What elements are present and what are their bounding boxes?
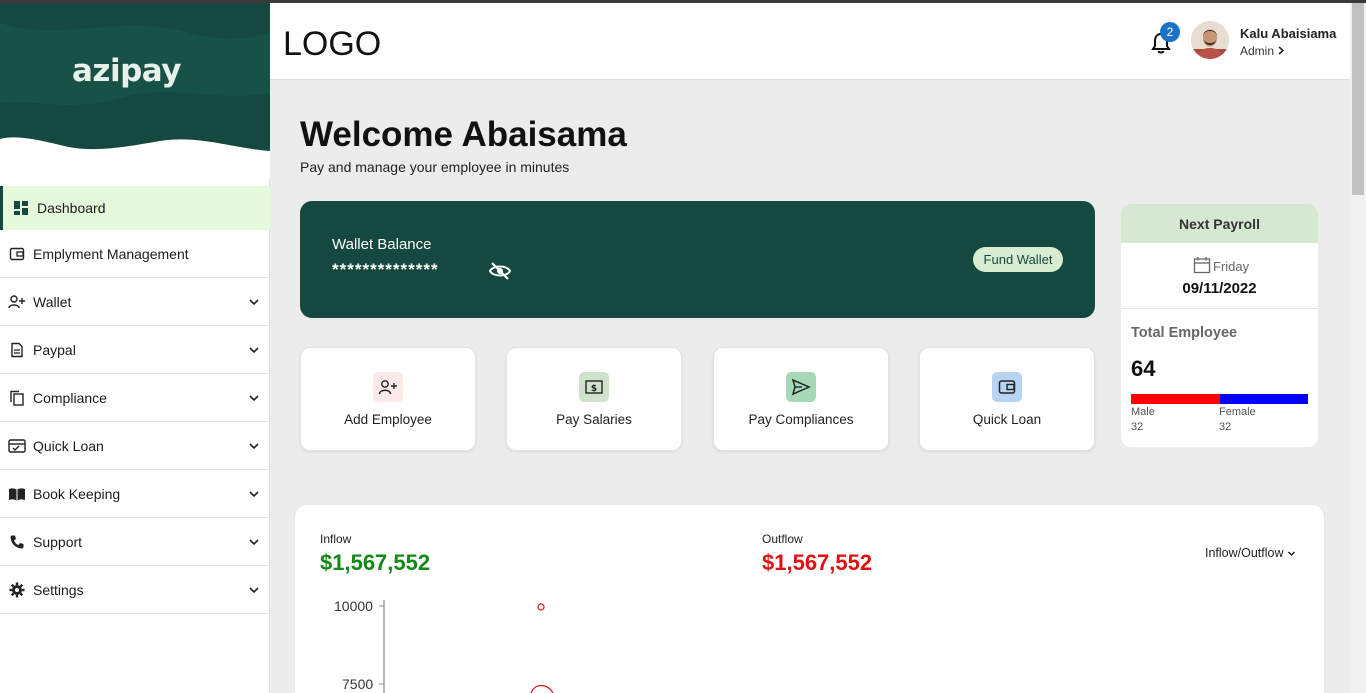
chevron-down-icon[interactable] bbox=[248, 536, 260, 548]
fund-wallet-button[interactable]: Fund Wallet bbox=[973, 247, 1063, 272]
brand-wave-background bbox=[0, 3, 270, 179]
checklist-icon bbox=[8, 437, 26, 455]
next-payroll-card: Next Payroll Friday 09/11/2022 Total Emp… bbox=[1121, 204, 1318, 447]
pay-salaries-button[interactable]: $ Pay Salaries bbox=[506, 347, 682, 451]
payroll-day: Friday bbox=[1213, 259, 1250, 274]
quick-actions: Add Employee $ Pay Salaries Pay Complian… bbox=[300, 347, 1096, 451]
female-bar bbox=[1219, 394, 1308, 404]
y-tick-label: 10000 bbox=[334, 598, 373, 614]
copy-icon bbox=[8, 389, 26, 407]
wallet-icon bbox=[992, 372, 1022, 402]
money-icon: $ bbox=[579, 372, 609, 402]
outflow-line bbox=[530, 684, 554, 693]
payroll-date: 09/11/2022 bbox=[1182, 280, 1257, 297]
dashboard-icon bbox=[12, 199, 30, 217]
brand-banner: azipay bbox=[0, 3, 270, 179]
wallet-balance-value: ************** bbox=[332, 260, 439, 279]
sidebar-item-dashboard[interactable]: Dashboard bbox=[0, 186, 270, 230]
book-icon bbox=[8, 485, 26, 503]
sidebar-item-wallet[interactable]: Wallet bbox=[0, 278, 270, 326]
male-bar bbox=[1131, 394, 1220, 404]
sidebar-item-label: Compliance bbox=[33, 389, 107, 406]
chevron-down-icon[interactable] bbox=[248, 344, 260, 356]
page-subtitle: Pay and manage your employee in minutes bbox=[300, 159, 570, 175]
send-icon bbox=[786, 372, 816, 402]
pay-compliances-button[interactable]: Pay Compliances bbox=[713, 347, 889, 451]
user-role[interactable]: Admin bbox=[1240, 44, 1285, 58]
next-payroll-title: Next Payroll bbox=[1121, 204, 1318, 243]
action-label: Quick Loan bbox=[972, 412, 1042, 427]
sidebar-item-label: Wallet bbox=[33, 293, 72, 310]
sidebar-item-label: Paypal bbox=[33, 341, 76, 358]
top-header: LOGO 2 Kalu Abaisiama Admin bbox=[270, 3, 1350, 80]
calendar-icon bbox=[1193, 257, 1211, 274]
sidebar-item-quick-loan[interactable]: Quick Loan bbox=[0, 422, 270, 470]
cashflow-chart bbox=[379, 600, 554, 693]
total-employee-label: Total Employee bbox=[1131, 325, 1238, 341]
svg-text:$: $ bbox=[591, 384, 597, 394]
user-name[interactable]: Kalu Abaisiama bbox=[1240, 26, 1336, 41]
header-logo[interactable]: LOGO bbox=[283, 25, 381, 64]
cashflow-card: Inflow $1,567,552 Outflow $1,567,552 Inf… bbox=[295, 505, 1324, 693]
brand-logo[interactable]: azipay bbox=[72, 53, 181, 89]
notification-badge: 2 bbox=[1160, 22, 1180, 42]
chevron-right-icon bbox=[1278, 46, 1285, 55]
sidebar-item-settings[interactable]: Settings bbox=[0, 566, 270, 614]
sidebar-item-label: Dashboard bbox=[37, 200, 106, 216]
action-label: Pay Salaries bbox=[556, 412, 632, 427]
wallet-balance-label: Wallet Balance bbox=[332, 236, 432, 253]
sidebar-item-label: Settings bbox=[33, 581, 84, 598]
y-tick-label: 7500 bbox=[342, 676, 374, 692]
sidebar-item-book-keeping[interactable]: Book Keeping bbox=[0, 470, 270, 518]
chevron-down-icon[interactable] bbox=[248, 488, 260, 500]
sidebar-item-label: Support bbox=[33, 533, 83, 550]
avatar[interactable] bbox=[1191, 21, 1229, 59]
total-employee-count: 64 bbox=[1131, 356, 1156, 381]
wallet-card-icon bbox=[8, 245, 26, 263]
sidebar-item-label: Emplyment Management bbox=[33, 245, 189, 262]
add-user-icon bbox=[373, 372, 403, 402]
page-title: Welcome Abaisama bbox=[300, 115, 627, 154]
sidebar-item-label: Quick Loan bbox=[33, 437, 104, 454]
action-label: Pay Compliances bbox=[748, 412, 854, 427]
chevron-down-icon[interactable] bbox=[248, 440, 260, 452]
add-user-icon bbox=[8, 293, 26, 311]
document-icon bbox=[8, 341, 26, 359]
divider bbox=[1121, 308, 1318, 309]
chevron-down-icon[interactable] bbox=[248, 392, 260, 404]
male-label: Male bbox=[1131, 406, 1155, 418]
scrollbar-thumb[interactable] bbox=[1352, 3, 1364, 195]
sidebar-item-compliance[interactable]: Compliance bbox=[0, 374, 270, 422]
sidebar-item-support[interactable]: Support bbox=[0, 518, 270, 566]
gear-icon bbox=[8, 581, 26, 599]
male-count: 32 bbox=[1131, 421, 1144, 433]
female-count: 32 bbox=[1219, 421, 1232, 433]
sidebar-item-label: Book Keeping bbox=[33, 485, 121, 502]
action-label: Add Employee bbox=[344, 412, 432, 427]
chevron-down-icon[interactable] bbox=[248, 296, 260, 308]
eye-off-icon[interactable] bbox=[488, 260, 512, 282]
data-point[interactable] bbox=[537, 603, 545, 611]
phone-icon bbox=[8, 533, 26, 551]
page-scrollbar[interactable] bbox=[1350, 3, 1366, 693]
chevron-down-icon[interactable] bbox=[248, 584, 260, 596]
add-employee-button[interactable]: Add Employee bbox=[300, 347, 476, 451]
quick-loan-button[interactable]: Quick Loan bbox=[919, 347, 1095, 451]
wallet-balance-card: Wallet Balance ************** Fund Walle… bbox=[300, 201, 1095, 318]
gender-ratio-bar bbox=[1131, 394, 1308, 404]
sidebar-item-paypal[interactable]: Paypal bbox=[0, 326, 270, 374]
sidebar-item-employment-management[interactable]: Emplyment Management bbox=[0, 230, 270, 278]
user-role-label: Admin bbox=[1240, 44, 1275, 58]
sidebar: azipay Dashboard Emplyment Management Wa… bbox=[0, 3, 270, 693]
female-label: Female bbox=[1219, 406, 1256, 418]
sidebar-nav: Dashboard Emplyment Management Wallet Pa… bbox=[0, 186, 270, 614]
